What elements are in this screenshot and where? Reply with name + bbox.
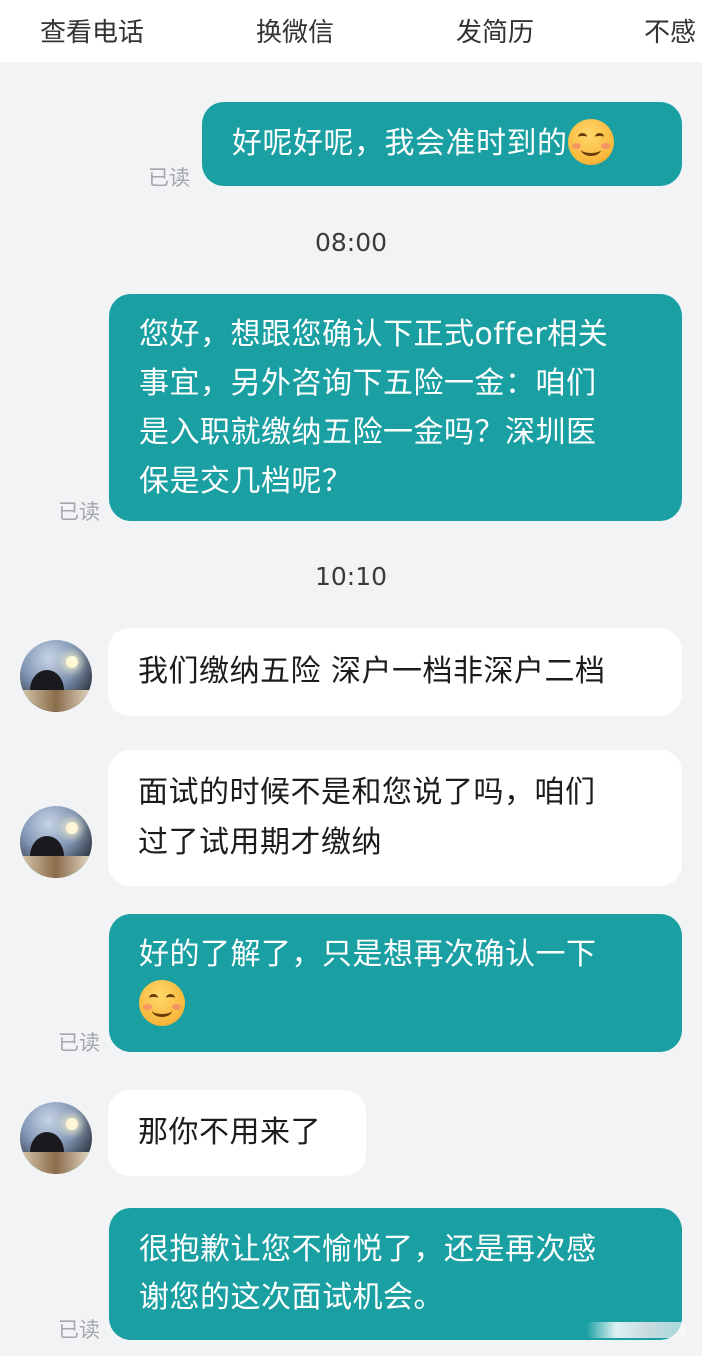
- watermark: [586, 1322, 686, 1338]
- sent-message: 好的了解了，只是想再次确认一下: [109, 914, 682, 1052]
- received-message: 面试的时候不是和您说了吗，咱们 过了试用期才缴纳: [108, 750, 682, 886]
- sent-message: 您好，想跟您确认下正式offer相关 事宜，另外咨询下五险一金：咱们 是入职就缴…: [109, 294, 682, 521]
- exchange-wechat-button[interactable]: 换微信: [256, 12, 334, 49]
- message-line: 面试的时候不是和您说了吗，咱们: [138, 775, 596, 810]
- message-line: 很抱歉让您不愉悦了，还是再次感: [139, 1232, 597, 1267]
- message-text: 我们缴纳五险 深户一档非深户二档: [138, 654, 606, 689]
- contact-avatar[interactable]: [20, 1102, 92, 1174]
- message-text: 好的了解了，只是想再次确认一下: [139, 937, 597, 972]
- smiling-face-icon: [139, 979, 185, 1026]
- message-text: 好呢好呢，我会准时到的: [232, 126, 568, 161]
- contact-avatar[interactable]: [20, 640, 92, 712]
- sent-message: 好呢好呢，我会准时到的: [202, 102, 682, 186]
- message-line: 谢您的这次面试机会。: [139, 1280, 444, 1315]
- message-text: 那你不用来了: [138, 1115, 321, 1150]
- read-status: 已读: [148, 166, 190, 190]
- message-line: 您好，想跟您确认下正式offer相关: [139, 317, 609, 352]
- message-line: 事宜，另外咨询下五险一金：咱们: [139, 366, 597, 401]
- send-resume-button[interactable]: 发简历: [456, 12, 534, 49]
- received-message: 我们缴纳五险 深户一档非深户二档: [108, 628, 682, 716]
- timestamp: 08:00: [314, 228, 388, 257]
- received-message: 那你不用来了: [108, 1090, 366, 1176]
- view-phone-button[interactable]: 查看电话: [40, 12, 144, 49]
- message-line: 保是交几档呢？: [139, 464, 353, 499]
- message-line: 过了试用期才缴纳: [138, 825, 382, 860]
- read-status: 已读: [58, 1031, 100, 1055]
- top-action-bar: 查看电话 换微信 发简历 不感: [0, 0, 702, 62]
- read-status: 已读: [58, 1318, 100, 1342]
- read-status: 已读: [58, 500, 100, 524]
- not-interested-button[interactable]: 不感: [644, 12, 696, 49]
- timestamp: 10:10: [314, 562, 388, 591]
- sent-message: 很抱歉让您不愉悦了，还是再次感 谢您的这次面试机会。: [109, 1208, 682, 1340]
- contact-avatar[interactable]: [20, 806, 92, 878]
- message-line: 是入职就缴纳五险一金吗？深圳医: [139, 415, 597, 450]
- smiling-face-icon: [567, 118, 614, 165]
